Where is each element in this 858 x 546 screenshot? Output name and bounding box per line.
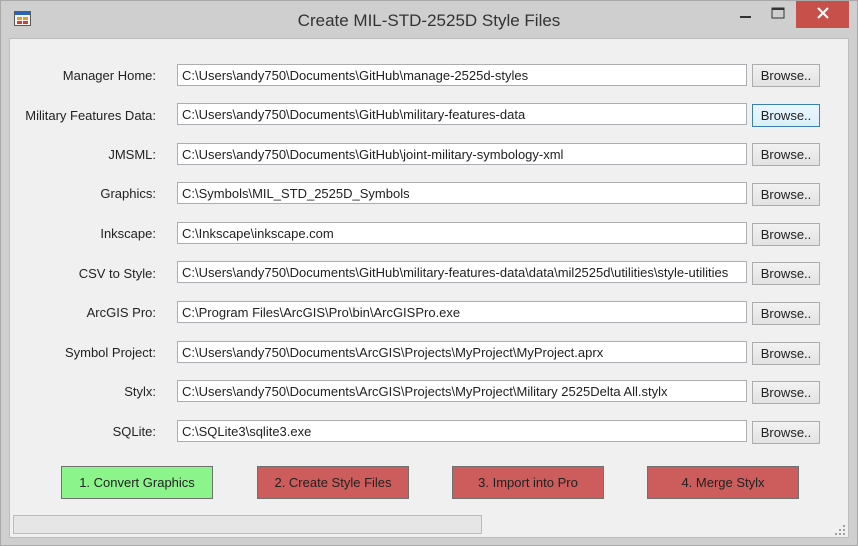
sqlite-input[interactable]: C:\SQLite3\sqlite3.exe	[177, 420, 747, 442]
csv-to-style-label: CSV to Style:	[78, 266, 156, 281]
csv-to-style-input[interactable]: C:\Users\andy750\Documents\GitHub\milita…	[177, 261, 747, 283]
inkscape-input[interactable]: C:\Inkscape\inkscape.com	[177, 222, 747, 244]
form-panel: Manager Home: C:\Users\andy750\Documents…	[9, 38, 849, 538]
close-button[interactable]	[796, 1, 849, 28]
sqlite-label: SQLite:	[112, 424, 156, 439]
manager-home-input[interactable]: C:\Users\andy750\Documents\GitHub\manage…	[177, 64, 747, 86]
close-icon	[816, 6, 829, 24]
stylx-input[interactable]: C:\Users\andy750\Documents\ArcGIS\Projec…	[177, 380, 747, 402]
symbol-project-browse-button[interactable]: Browse..	[752, 342, 820, 365]
convert-graphics-button[interactable]: 1. Convert Graphics	[61, 466, 213, 499]
arcgis-pro-input[interactable]: C:\Program Files\ArcGIS\Pro\bin\ArcGISPr…	[177, 301, 747, 323]
military-features-data-input[interactable]: C:\Users\andy750\Documents\GitHub\milita…	[177, 103, 747, 125]
title-bar[interactable]: Create MIL-STD-2525D Style Files	[1, 1, 857, 38]
progress-bar	[13, 515, 482, 534]
military-features-data-label: Military Features Data:	[25, 108, 156, 123]
graphics-input[interactable]: C:\Symbols\MIL_STD_2525D_Symbols	[177, 182, 747, 204]
minimize-button[interactable]	[729, 1, 763, 28]
csv-to-style-browse-button[interactable]: Browse..	[752, 262, 820, 285]
manager-home-label: Manager Home:	[62, 68, 156, 83]
main-window: Create MIL-STD-2525D Style Files Manager…	[0, 0, 858, 546]
jmsml-label: JMSML:	[108, 147, 156, 162]
merge-stylx-button[interactable]: 4. Merge Stylx	[647, 466, 799, 499]
inkscape-label: Inkscape:	[100, 226, 156, 241]
stylx-browse-button[interactable]: Browse..	[752, 381, 820, 404]
manager-home-browse-button[interactable]: Browse..	[752, 64, 820, 87]
import-into-pro-button[interactable]: 3. Import into Pro	[452, 466, 604, 499]
resize-grip-icon[interactable]	[834, 523, 846, 535]
minimize-icon	[740, 6, 752, 24]
sqlite-browse-button[interactable]: Browse..	[752, 421, 820, 444]
graphics-label: Graphics:	[100, 186, 156, 201]
arcgis-pro-label: ArcGIS Pro:	[86, 305, 156, 320]
maximize-icon	[771, 6, 785, 24]
jmsml-browse-button[interactable]: Browse..	[752, 143, 820, 166]
stylx-label: Stylx:	[124, 384, 156, 399]
symbol-project-label: Symbol Project:	[64, 345, 156, 360]
graphics-browse-button[interactable]: Browse..	[752, 183, 820, 206]
arcgis-pro-browse-button[interactable]: Browse..	[752, 302, 820, 325]
maximize-button[interactable]	[763, 1, 793, 28]
symbol-project-input[interactable]: C:\Users\andy750\Documents\ArcGIS\Projec…	[177, 341, 747, 363]
military-features-data-browse-button[interactable]: Browse..	[752, 104, 820, 127]
inkscape-browse-button[interactable]: Browse..	[752, 223, 820, 246]
create-style-files-button[interactable]: 2. Create Style Files	[257, 466, 409, 499]
jmsml-input[interactable]: C:\Users\andy750\Documents\GitHub\joint-…	[177, 143, 747, 165]
